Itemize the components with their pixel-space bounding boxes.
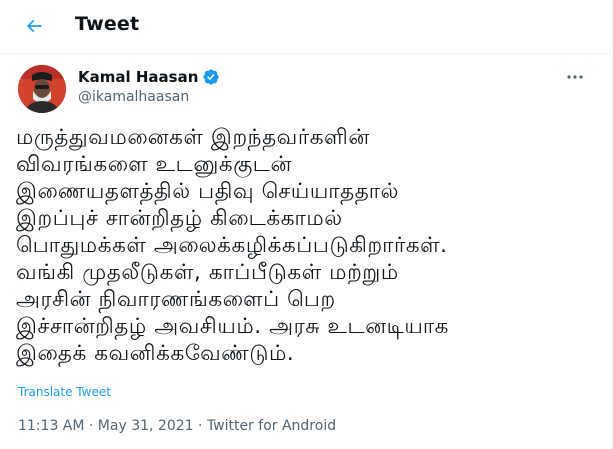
more-options-button[interactable] xyxy=(562,67,588,87)
profile-photo-icon xyxy=(18,65,66,113)
page-title: Tweet xyxy=(75,13,140,35)
author-display-name[interactable]: Kamal Haasan xyxy=(78,68,198,86)
back-button[interactable] xyxy=(16,8,52,44)
avatar[interactable] xyxy=(18,65,66,113)
tweet-timestamp[interactable]: 11:13 AM · May 31, 2021 · Twitter for An… xyxy=(18,418,336,434)
translate-tweet-link[interactable]: Translate Tweet xyxy=(18,385,111,399)
page-header: Tweet xyxy=(0,0,611,54)
verified-badge-icon xyxy=(203,69,220,85)
back-arrow-icon xyxy=(26,19,42,33)
tweet-page: Tweet Kamal Haasan @ikamalhaasan மருத்து… xyxy=(0,0,612,449)
more-dots-icon xyxy=(567,75,583,79)
tweet-text: மருத்துவமனைகள் இறந்தவர்களின் விவரங்களை உ… xyxy=(16,125,450,366)
author-name-row[interactable]: Kamal Haasan xyxy=(78,67,220,87)
author-handle[interactable]: @ikamalhaasan xyxy=(78,89,189,105)
